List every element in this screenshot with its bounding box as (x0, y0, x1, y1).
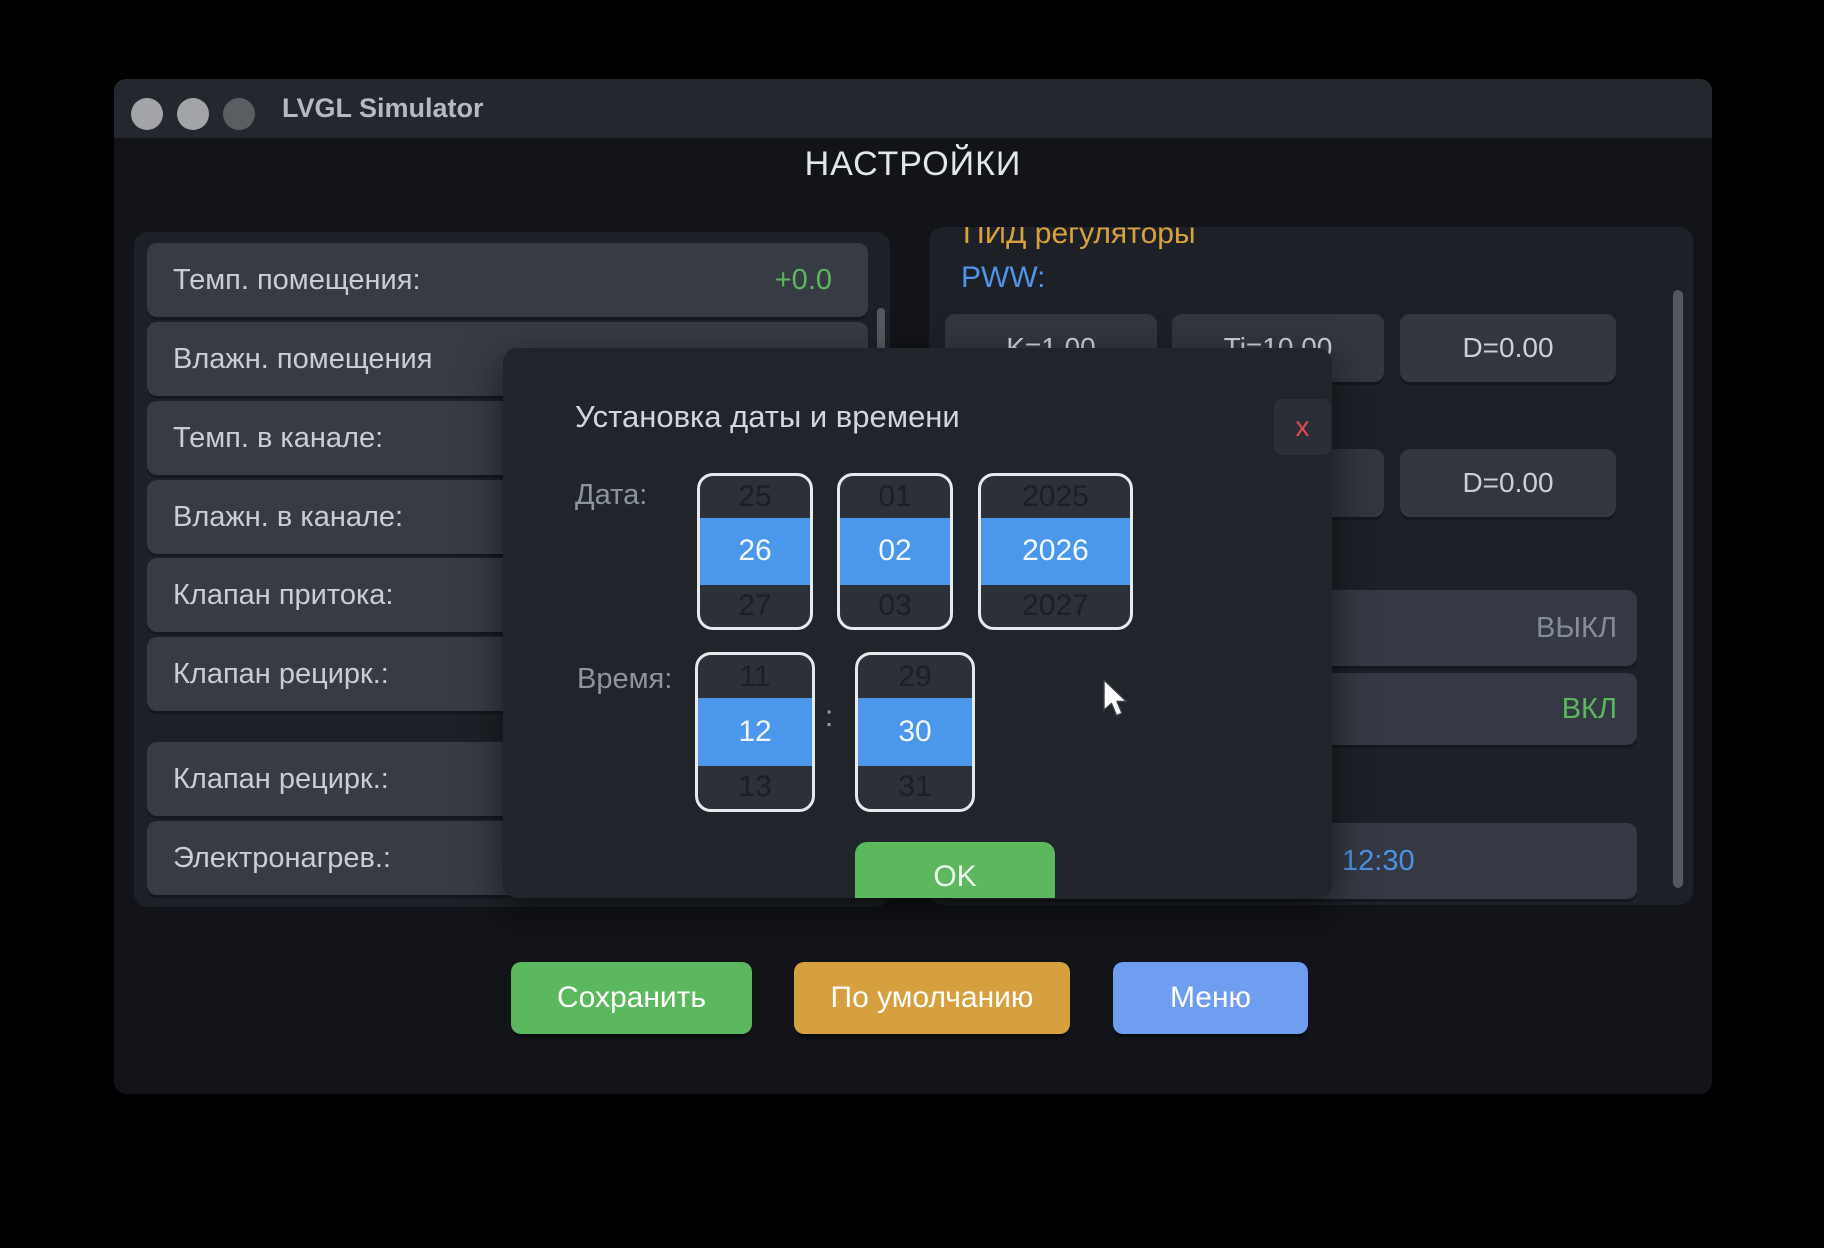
save-button-label: Сохранить (557, 981, 706, 1015)
roller-option-selected: 02 (840, 518, 950, 584)
list-item-label: Темп. помещения: (173, 264, 421, 297)
roller-option-prev: 11 (698, 655, 812, 698)
list-item-room-temp[interactable]: Темп. помещения: +0.0 (147, 243, 868, 317)
list-item-value: +0.0 (775, 264, 842, 297)
roller-option-prev: 29 (858, 655, 972, 698)
app-window: LVGL Simulator НАСТРОЙКИ Темп. помещения… (114, 79, 1712, 1094)
datetime-dialog: Установка даты и времени x Дата: 25 26 2… (503, 348, 1332, 898)
day-roller[interactable]: 25 26 27 (697, 473, 813, 630)
titlebar: LVGL Simulator (114, 79, 1712, 138)
time-label: Время: (577, 663, 672, 696)
list-item-label: Темп. в канале: (173, 422, 383, 455)
list-item-label: Клапан рецирк.: (173, 658, 389, 691)
roller-option-prev: 25 (700, 476, 810, 518)
minimize-window-icon[interactable] (177, 98, 209, 130)
time-value: 12:30 (1342, 845, 1415, 878)
close-window-icon[interactable] (131, 98, 163, 130)
pid-section-title: ПИД регуляторы (963, 227, 1196, 251)
list-item-label: Клапан притока: (173, 579, 393, 612)
list-item-label: Влажн. в канале: (173, 501, 403, 534)
pid-d-value-2: D=0.00 (1462, 467, 1553, 499)
pid-d-box[interactable]: D=0.00 (1400, 314, 1616, 382)
maximize-window-icon[interactable] (223, 98, 255, 130)
menu-button[interactable]: Меню (1113, 962, 1308, 1034)
hour-roller[interactable]: 11 12 13 (695, 652, 815, 812)
roller-option-next: 27 (700, 585, 810, 627)
roller-option-selected: 12 (698, 698, 812, 766)
defaults-button[interactable]: По умолчанию (794, 962, 1070, 1034)
page-title: НАСТРОЙКИ (114, 145, 1712, 184)
roller-option-selected: 30 (858, 698, 972, 766)
roller-option-next: 2027 (981, 585, 1130, 627)
status-on-badge: ВКЛ (1562, 693, 1617, 726)
pid-group-label: PWW: (961, 261, 1045, 295)
right-panel-scrollbar[interactable] (1673, 290, 1683, 888)
window-title: LVGL Simulator (282, 79, 484, 138)
list-item-label: Электронагрев.: (173, 842, 391, 875)
defaults-button-label: По умолчанию (831, 981, 1034, 1015)
ok-button-label: OK (933, 860, 976, 894)
roller-option-selected: 26 (700, 518, 810, 584)
close-icon: x (1296, 411, 1310, 443)
roller-option-selected: 2026 (981, 518, 1130, 584)
minute-roller[interactable]: 29 30 31 (855, 652, 975, 812)
year-roller[interactable]: 2025 2026 2027 (978, 473, 1133, 630)
roller-option-next: 31 (858, 766, 972, 809)
roller-option-next: 13 (698, 766, 812, 809)
month-roller[interactable]: 01 02 03 (837, 473, 953, 630)
close-dialog-button[interactable]: x (1274, 399, 1331, 455)
time-colon: : (813, 700, 845, 734)
save-button[interactable]: Сохранить (511, 962, 752, 1034)
pid-d-value: D=0.00 (1462, 332, 1553, 364)
pid-d-box-2[interactable]: D=0.00 (1400, 449, 1616, 517)
roller-option-next: 03 (840, 585, 950, 627)
menu-button-label: Меню (1170, 981, 1251, 1015)
mouse-cursor (1102, 679, 1132, 726)
dialog-title: Установка даты и времени (575, 399, 960, 435)
roller-option-prev: 2025 (981, 476, 1130, 518)
list-item-label: Влажн. помещения (173, 343, 432, 376)
status-off-badge: ВЫКЛ (1536, 612, 1617, 645)
screen: LVGL Simulator НАСТРОЙКИ Темп. помещения… (0, 0, 1824, 1248)
date-label: Дата: (575, 479, 647, 512)
ok-button[interactable]: OK (855, 842, 1055, 898)
list-item-label: Клапан рецирк.: (173, 763, 389, 796)
roller-option-prev: 01 (840, 476, 950, 518)
